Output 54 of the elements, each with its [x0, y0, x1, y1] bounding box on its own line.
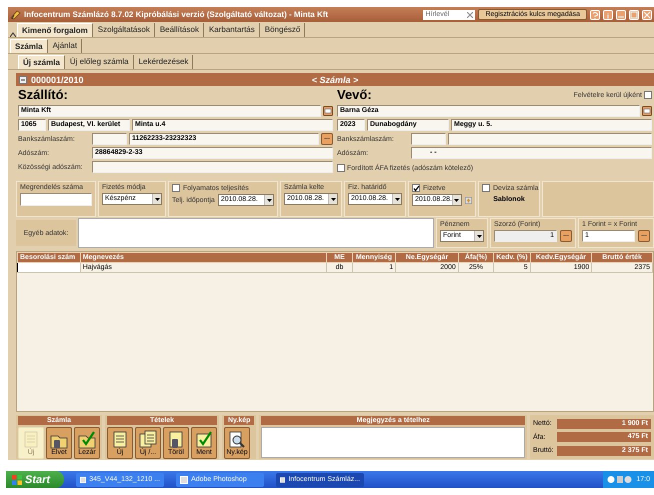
input-field[interactable]	[18, 262, 80, 272]
app-logo-icon	[10, 9, 21, 20]
text-area[interactable]	[261, 427, 525, 458]
windows-logo-icon	[12, 474, 22, 485]
dropdown-arrow-icon	[394, 198, 400, 200]
dropdown-arrow-icon	[454, 198, 460, 202]
checkbox[interactable]	[412, 184, 420, 192]
section-heading: Vevő:	[337, 87, 373, 103]
tab[interactable]: Új számla	[18, 55, 65, 69]
window-icon	[80, 476, 86, 484]
address-card-icon[interactable]	[323, 106, 333, 116]
tab[interactable]: Új előleg számla	[66, 55, 134, 69]
input-field[interactable]	[411, 133, 446, 145]
documents-icon	[138, 430, 158, 450]
tab[interactable]: Lekérdezések	[134, 55, 194, 69]
checkbox[interactable]	[482, 184, 490, 192]
checkbox[interactable]	[337, 164, 345, 172]
section-heading: Szállító:	[18, 87, 69, 103]
window-icon	[180, 476, 188, 484]
dropdown-arrow-icon	[154, 198, 160, 200]
document-check-icon	[194, 430, 214, 450]
tab[interactable]: Böngésző	[260, 23, 306, 37]
tab[interactable]: Ajánlat	[48, 39, 82, 53]
checkbox[interactable]	[172, 184, 180, 192]
help-icon[interactable]	[590, 10, 600, 20]
tab[interactable]: Szolgáltatások	[94, 23, 155, 37]
collapse-icon[interactable]	[10, 32, 16, 37]
magnifier-icon	[227, 430, 247, 450]
invoice-number: 000001/2010	[31, 74, 84, 84]
input-field[interactable]	[92, 133, 127, 145]
input-field[interactable]	[20, 193, 92, 206]
tab[interactable]: Számla	[10, 39, 48, 53]
dropdown-arrow-icon	[476, 234, 482, 238]
folder-check-icon	[77, 430, 97, 450]
info-icon[interactable]	[603, 10, 613, 20]
dropdown-arrow-icon	[266, 198, 272, 202]
minimize-icon[interactable]	[616, 10, 626, 20]
text-area[interactable]	[78, 218, 434, 248]
invoice-type: < Számla >	[312, 74, 358, 84]
input-field[interactable]	[448, 133, 652, 145]
start-button[interactable]: Start	[6, 471, 64, 488]
maximize-icon[interactable]	[629, 10, 639, 20]
tray-icons-drawing	[607, 475, 634, 484]
tab[interactable]: Kimenő forgalom	[17, 23, 93, 37]
close-icon[interactable]	[467, 12, 474, 18]
collapse-icon[interactable]	[19, 76, 27, 84]
input-field[interactable]	[92, 161, 333, 173]
dropdown-arrow-icon	[330, 198, 336, 200]
window-icon	[280, 476, 286, 484]
tab[interactable]: Karbantartás	[204, 23, 260, 37]
address-card-icon[interactable]	[642, 106, 652, 116]
tab[interactable]: Beállítások	[156, 23, 204, 37]
checkbox[interactable]	[644, 91, 652, 99]
window-title: Infocentrum Számlázó 8.7.02 Kipróbálási verzió (Szolgáltató változat) - Minta Kft	[24, 10, 330, 19]
